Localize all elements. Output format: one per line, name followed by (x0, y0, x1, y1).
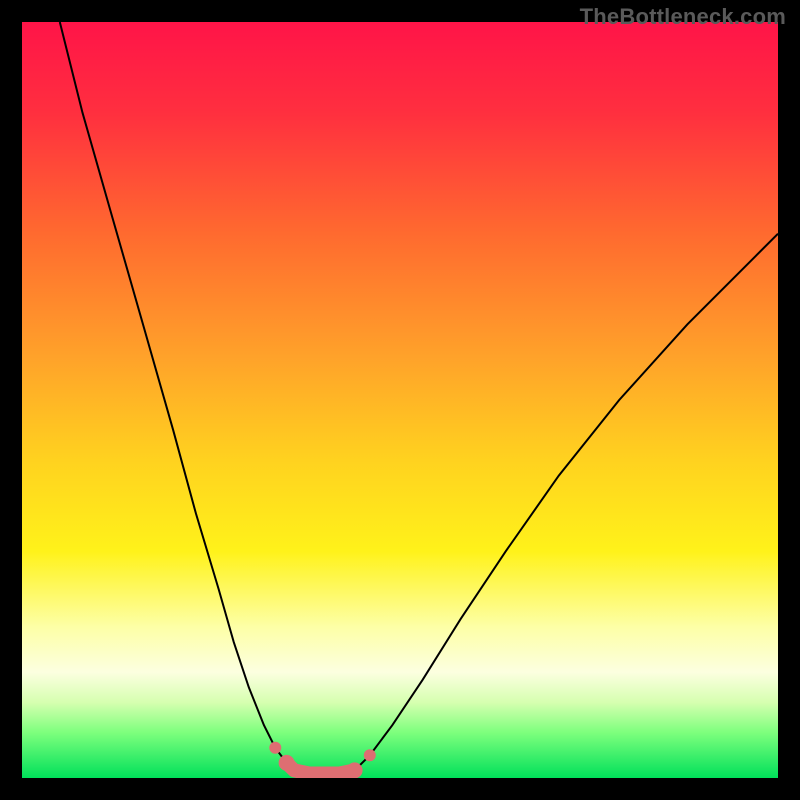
gradient-background (22, 22, 778, 778)
chart-svg (22, 22, 778, 778)
chart-frame: TheBottleneck.com (0, 0, 800, 800)
trough-marker-dot (364, 749, 376, 761)
trough-marker-dot (347, 762, 363, 778)
trough-marker-dot (279, 755, 295, 771)
watermark-text: TheBottleneck.com (580, 4, 786, 30)
trough-marker-dot (269, 742, 281, 754)
plot-area (22, 22, 778, 778)
